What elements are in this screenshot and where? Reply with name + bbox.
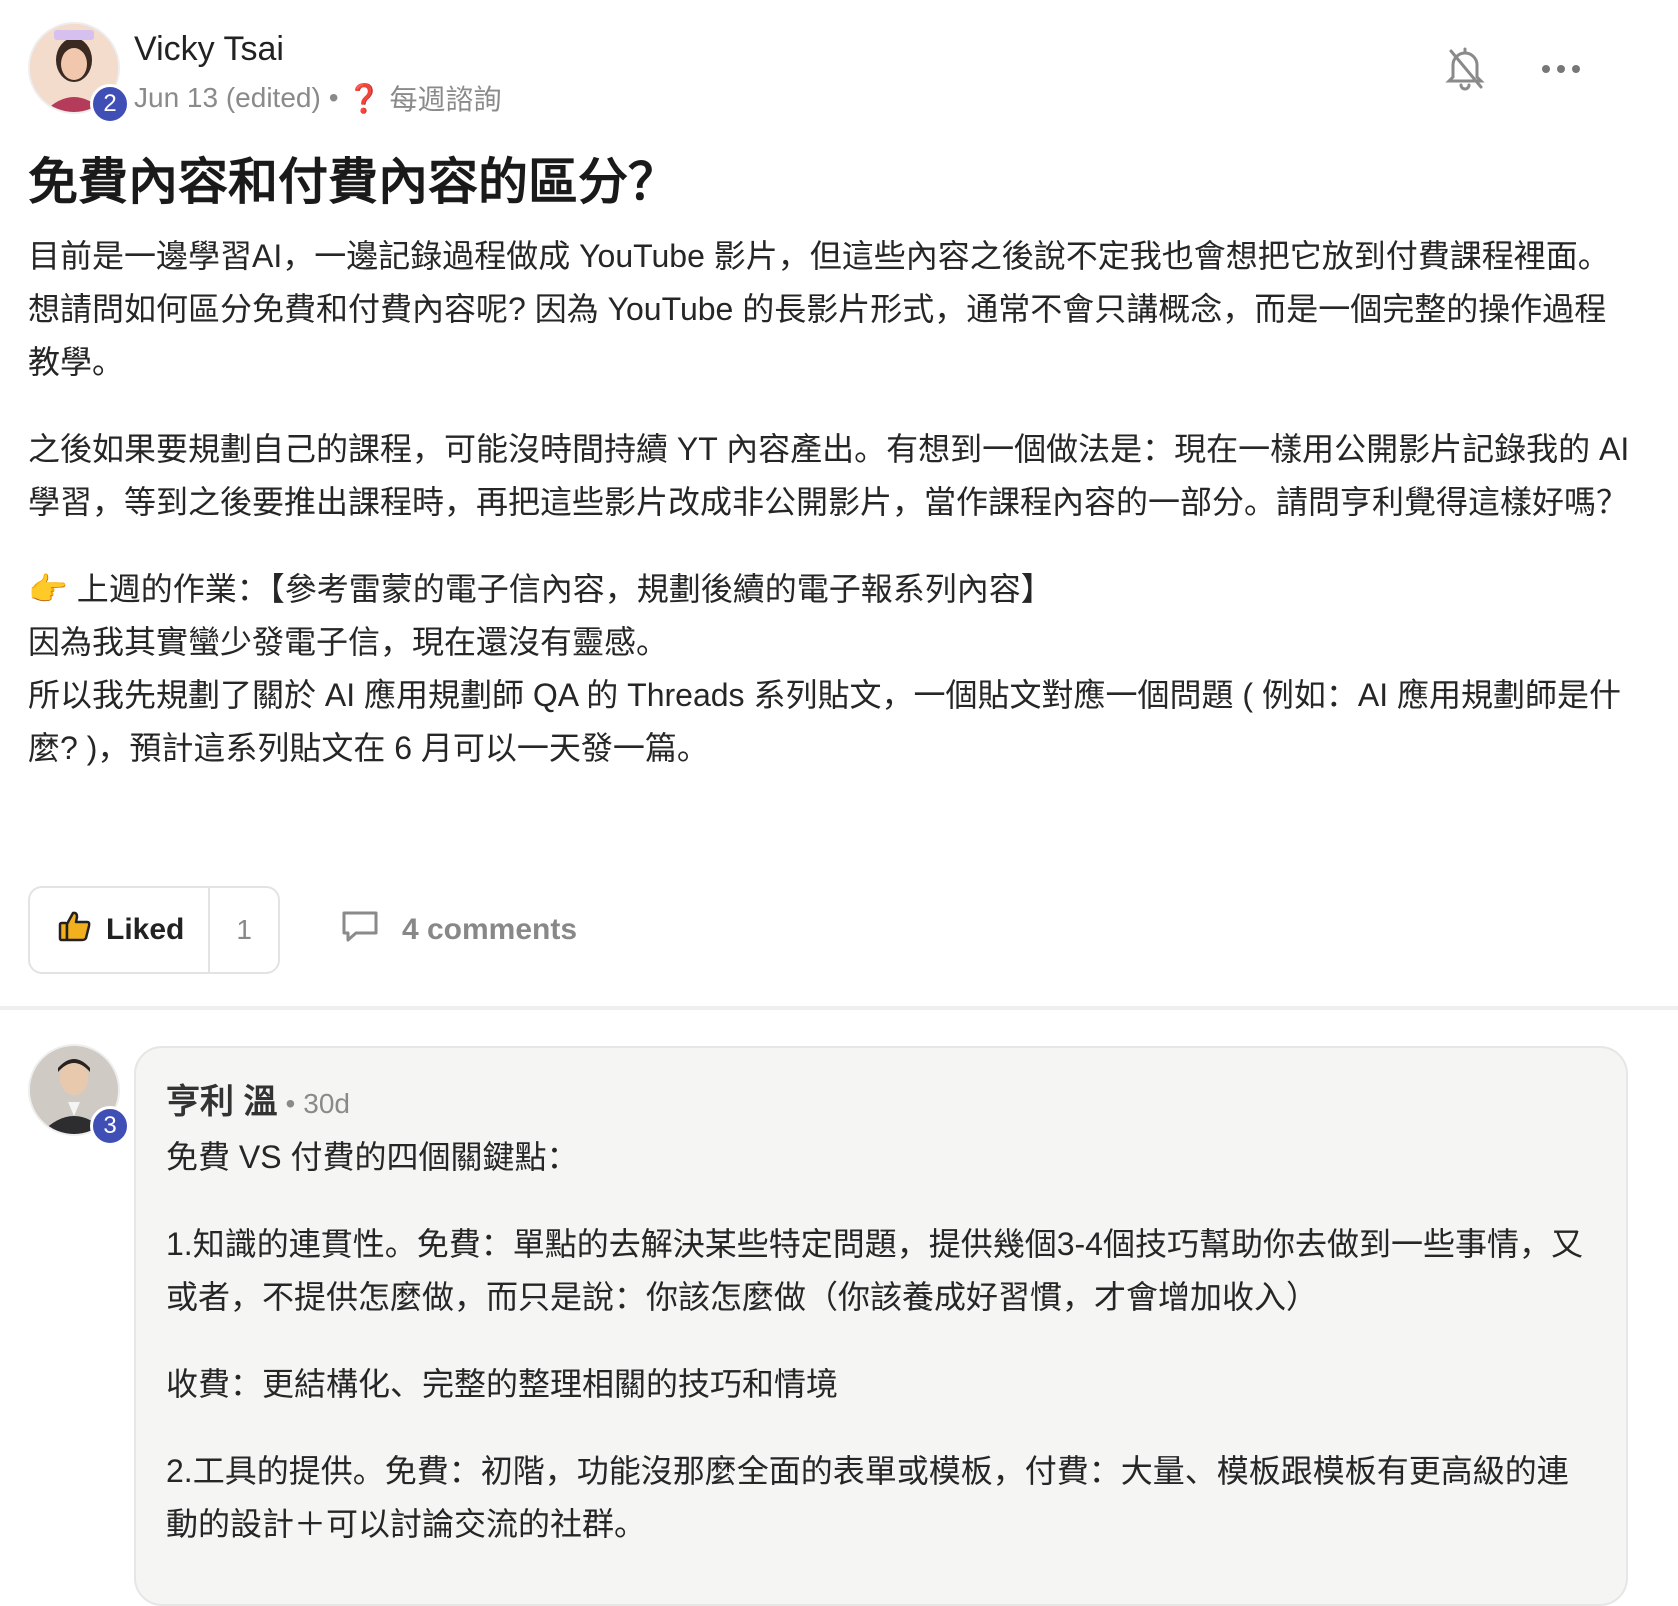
author-avatar[interactable]: 2 [28,22,130,124]
comment-paragraph: 1.知識的連貫性。免費：單點的去解決某些特定問題，提供幾個3-4個技巧幫助你去做… [166,1226,1583,1315]
comment-paragraph: 收費：更結構化、完整的整理相關的技巧和情境 [166,1366,839,1402]
homework-line: 上週的作業：【參考雷蒙的電子信內容，規劃後續的電子報系列內容】 [76,571,1053,607]
homework-line: 所以我先規劃了關於 AI 應用規劃師 QA 的 Threads 系列貼文，一個貼… [28,677,1622,766]
question-icon: ❓ [346,82,382,114]
comment: 亨利 溫 • 30d 免費 VS 付費的四個關鍵點： 1.知識的連貫性。免費：單… [134,1046,1628,1606]
comment-paragraph: 2.工具的提供。免費：初階，功能沒那麼全面的表單或模板，付費：大量、模板跟模板有… [166,1453,1569,1542]
author-name[interactable]: Vicky Tsai [134,28,502,70]
level-badge: 3 [90,1106,130,1146]
post-title: 免費內容和付費內容的區分？ [28,154,678,210]
like-label: Liked [106,913,185,946]
pointing-hand-icon: 👉 [28,571,68,607]
like-control: Liked 1 [28,886,280,974]
meta-separator: • [328,82,339,113]
comments-button[interactable]: 4 comments [340,909,577,951]
post-meta: Jun 13 (edited) • ❓ 每週諮詢 [134,78,502,118]
like-count[interactable]: 1 [208,888,278,972]
author-info: Vicky Tsai Jun 13 (edited) • ❓ 每週諮詢 [134,28,502,118]
bell-off-icon[interactable] [1440,44,1490,94]
post-actions: Liked 1 4 comments [28,886,577,974]
level-badge: 2 [90,84,130,124]
post-paragraph: 目前是一邊學習AI，一邊記錄過程做成 YouTube 影片，但這些內容之後說不定… [28,238,1610,380]
comments-label: 4 comments [401,913,578,946]
comment-time: 30d [303,1088,350,1119]
thumbs-up-icon [58,910,92,950]
category-link[interactable]: 每週諮詢 [389,78,501,118]
section-divider [0,1006,1678,1010]
like-button[interactable]: Liked [30,888,208,972]
comment-bubble-icon [340,909,380,951]
homework-line: 因為我其實蠻少發電子信，現在還沒有靈感。 [28,624,669,660]
comment-body: 免費 VS 付費的四個關鍵點： 1.知識的連貫性。免費：單點的去解決某些特定問題… [166,1131,1596,1551]
post-body: 目前是一邊學習AI，一邊記錄過程做成 YouTube 影片，但這些內容之後說不定… [28,230,1638,775]
comment-separator: • [285,1088,296,1119]
post-header-actions [1440,44,1586,94]
homework-block: 👉 上週的作業：【參考雷蒙的電子信內容，規劃後續的電子報系列內容】 因為我其實蠻… [28,563,1638,775]
comment-author[interactable]: 亨利 溫 [166,1074,277,1123]
post-paragraph: 之後如果要規劃自己的課程，可能沒時間持續 YT 內容產出。有想到一個做法是：現在… [28,431,1630,520]
comment-paragraph: 免費 VS 付費的四個關鍵點： [166,1139,579,1175]
post-date: Jun 13 (edited) [134,82,321,113]
comment-header: 亨利 溫 • 30d [166,1074,1596,1123]
commenter-avatar[interactable]: 3 [28,1044,130,1146]
more-options-icon[interactable] [1536,44,1586,94]
